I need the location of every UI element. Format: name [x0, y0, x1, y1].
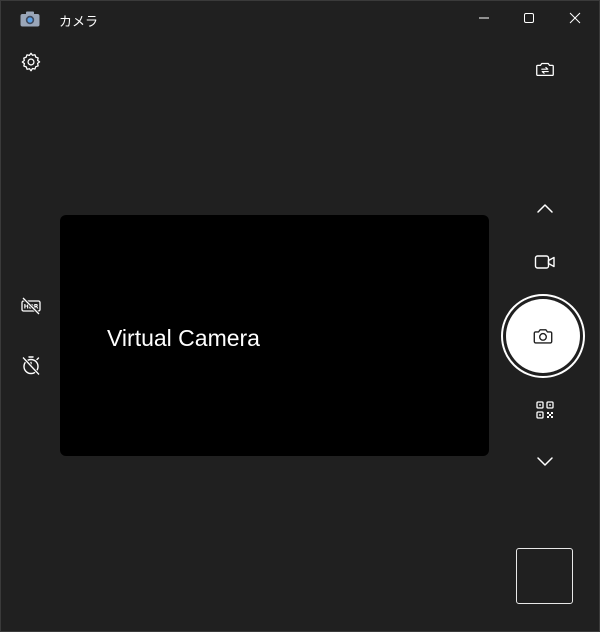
- camera-icon: [533, 329, 553, 344]
- preview-label: Virtual Camera: [107, 325, 260, 351]
- mode-down-button[interactable]: [529, 445, 561, 477]
- camera-app-icon: [20, 11, 40, 27]
- camera-window: カメラ Virtual Camera: [0, 0, 600, 632]
- gallery-thumbnail-button[interactable]: [516, 548, 573, 604]
- minimize-button[interactable]: [461, 1, 507, 35]
- hdr-toggle-button[interactable]: HDR: [15, 290, 47, 322]
- chevron-up-icon: [537, 204, 553, 213]
- title-bar: カメラ: [1, 1, 599, 37]
- window-title: カメラ: [59, 15, 99, 30]
- minimize-icon: [479, 17, 489, 19]
- hdr-off-icon: HDR: [21, 296, 41, 316]
- timer-off-icon: [21, 356, 41, 376]
- qr-code-icon: [536, 401, 554, 419]
- close-button[interactable]: [552, 1, 598, 35]
- switch-camera-icon: [536, 62, 554, 77]
- video-mode-button[interactable]: [529, 246, 561, 278]
- chevron-down-icon: [537, 457, 553, 466]
- gear-icon: [21, 52, 41, 72]
- maximize-icon: [524, 13, 534, 23]
- shutter-inner: [506, 299, 580, 373]
- switch-camera-button[interactable]: [529, 53, 561, 85]
- maximize-button[interactable]: [506, 1, 552, 35]
- video-camera-icon: [534, 255, 555, 269]
- take-photo-button[interactable]: [501, 294, 585, 378]
- settings-button[interactable]: [15, 46, 47, 78]
- camera-preview: Virtual Camera: [60, 215, 489, 456]
- timer-toggle-button[interactable]: [15, 349, 47, 381]
- mode-up-button[interactable]: [529, 193, 561, 225]
- close-icon: [569, 12, 581, 24]
- qr-scan-mode-button[interactable]: [529, 394, 561, 426]
